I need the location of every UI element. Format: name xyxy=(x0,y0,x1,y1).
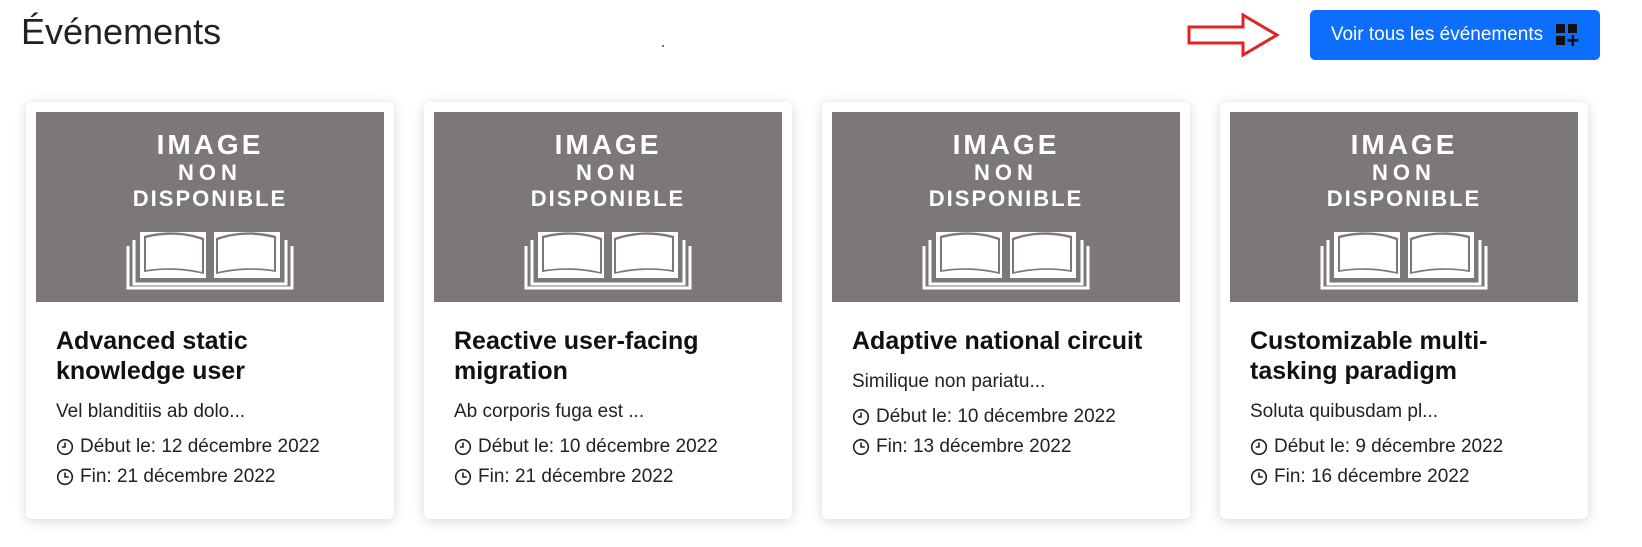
image-unavailable-placeholder: IMAGE NON DISPONIBLE xyxy=(832,112,1180,302)
open-book-icon: IMAGE NON DISPONIBLE xyxy=(1230,112,1578,302)
start-label: Début le: xyxy=(1274,436,1351,457)
end-date-value: 13 décembre 2022 xyxy=(912,436,1072,457)
end-label: Fin: xyxy=(1274,466,1306,487)
clock-icon xyxy=(454,438,472,456)
open-book-icon: IMAGE NON DISPONIBLE xyxy=(434,112,782,302)
start-label: Début le: xyxy=(876,406,953,427)
events-card-list: IMAGE NON DISPONIBLE Advanced static kno… xyxy=(26,102,1588,519)
event-start-date: Début le: 9 décembre 2022 xyxy=(1250,432,1568,462)
svg-text:NON: NON xyxy=(974,160,1038,185)
clock-icon xyxy=(56,468,74,486)
event-end-date: Fin: 16 décembre 2022 xyxy=(1250,462,1568,492)
svg-text:NON: NON xyxy=(1372,160,1436,185)
clock-icon xyxy=(1250,438,1268,456)
svg-text:IMAGE: IMAGE xyxy=(157,129,264,160)
clock-icon xyxy=(852,408,870,426)
clock-icon xyxy=(454,468,472,486)
event-description: Vel blanditiis ab dolo... xyxy=(56,401,246,422)
start-label: Début le: xyxy=(478,436,555,457)
event-title[interactable]: Reactive user-facing migration xyxy=(454,326,772,386)
image-unavailable-placeholder: IMAGE NON DISPONIBLE xyxy=(1230,112,1578,302)
start-date-value: 10 décembre 2022 xyxy=(559,436,718,457)
event-start-date: Début le: 10 décembre 2022 xyxy=(852,402,1170,432)
start-date-value: 12 décembre 2022 xyxy=(161,436,320,457)
clock-icon xyxy=(852,438,870,456)
end-date-value: 16 décembre 2022 xyxy=(1310,466,1470,487)
clock-icon xyxy=(1250,468,1268,486)
grid-plus-icon xyxy=(1556,24,1579,46)
view-all-events-button[interactable]: Voir tous les événements xyxy=(1310,10,1600,60)
event-title[interactable]: Adaptive national circuit xyxy=(852,326,1170,356)
page-title: Événements xyxy=(21,11,222,52)
event-description: Similique non pariatu... xyxy=(852,371,1046,392)
view-all-events-label: Voir tous les événements xyxy=(1330,24,1544,45)
start-date-value: 10 décembre 2022 xyxy=(957,406,1116,427)
event-end-date: Fin: 21 décembre 2022 xyxy=(454,462,772,492)
open-book-icon: IMAGE NON DISPONIBLE xyxy=(36,112,384,302)
svg-text:NON: NON xyxy=(576,160,640,185)
start-label: Début le: xyxy=(80,436,157,457)
event-end-date: Fin: 13 décembre 2022 xyxy=(852,432,1170,462)
end-label: Fin: xyxy=(478,466,510,487)
svg-text:DISPONIBLE: DISPONIBLE xyxy=(531,186,685,211)
annotation-arrow-icon xyxy=(1187,12,1280,58)
svg-text:DISPONIBLE: DISPONIBLE xyxy=(1327,186,1481,211)
open-book-icon: IMAGE NON DISPONIBLE xyxy=(832,112,1180,302)
end-date-value: 21 décembre 2022 xyxy=(514,466,674,487)
svg-text:DISPONIBLE: DISPONIBLE xyxy=(929,186,1083,211)
clock-icon xyxy=(56,438,74,456)
event-title[interactable]: Advanced static knowledge user xyxy=(56,326,374,386)
svg-text:IMAGE: IMAGE xyxy=(1351,129,1458,160)
image-unavailable-placeholder: IMAGE NON DISPONIBLE xyxy=(36,112,384,302)
event-start-date: Début le: 10 décembre 2022 xyxy=(454,432,772,462)
event-description: Ab corporis fuga est ... xyxy=(454,401,645,422)
event-end-date: Fin: 21 décembre 2022 xyxy=(56,462,374,492)
end-label: Fin: xyxy=(80,466,112,487)
svg-text:NON: NON xyxy=(178,160,242,185)
event-card[interactable]: IMAGE NON DISPONIBLE xyxy=(424,102,792,519)
event-card[interactable]: IMAGE NON DISPONIBLE xyxy=(26,102,394,519)
event-start-date: Début le: 12 décembre 2022 xyxy=(56,432,374,462)
end-label: Fin: xyxy=(876,436,908,457)
event-card[interactable]: IMAGE NON DISPONIBLE xyxy=(822,102,1190,519)
svg-text:IMAGE: IMAGE xyxy=(555,129,662,160)
event-title[interactable]: Customizable multi-tasking paradigm xyxy=(1250,326,1568,386)
event-description: Soluta quibusdam pl... xyxy=(1250,401,1439,422)
event-card[interactable]: IMAGE NON DISPONIBLE xyxy=(1220,102,1588,519)
svg-text:DISPONIBLE: DISPONIBLE xyxy=(133,186,287,211)
stray-dot xyxy=(662,45,664,47)
svg-text:IMAGE: IMAGE xyxy=(953,129,1060,160)
start-date-value: 9 décembre 2022 xyxy=(1355,436,1504,457)
image-unavailable-placeholder: IMAGE NON DISPONIBLE xyxy=(434,112,782,302)
end-date-value: 21 décembre 2022 xyxy=(116,466,276,487)
